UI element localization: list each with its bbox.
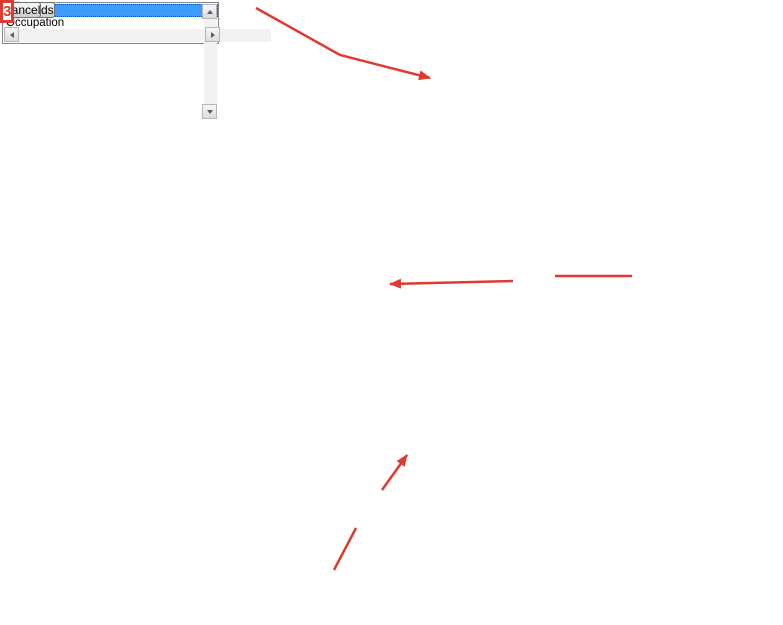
scroll-right-button[interactable] — [205, 27, 220, 42]
scroll-left-button[interactable] — [4, 27, 19, 42]
scroll-left-icon — [10, 32, 14, 38]
scroll-down-button[interactable] — [202, 104, 217, 119]
scroll-up-button[interactable] — [202, 4, 217, 19]
scroll-right-icon — [211, 32, 215, 38]
screenshot-root: Single Married Divorced Total Male Self … — [0, 0, 783, 625]
arrow-3-down-line — [334, 528, 356, 570]
vertical-scrollbar[interactable] — [204, 4, 217, 117]
arrow-1-line — [256, 8, 430, 78]
scroll-down-icon — [207, 110, 213, 114]
callout-3: 3 — [0, 0, 14, 23]
annotation-arrows — [0, 0, 783, 625]
arrow-3-up-line — [382, 455, 407, 490]
horizontal-scrollbar[interactable] — [4, 29, 218, 42]
arrow-2-left-line — [390, 281, 513, 284]
scroll-up-icon — [207, 10, 213, 14]
